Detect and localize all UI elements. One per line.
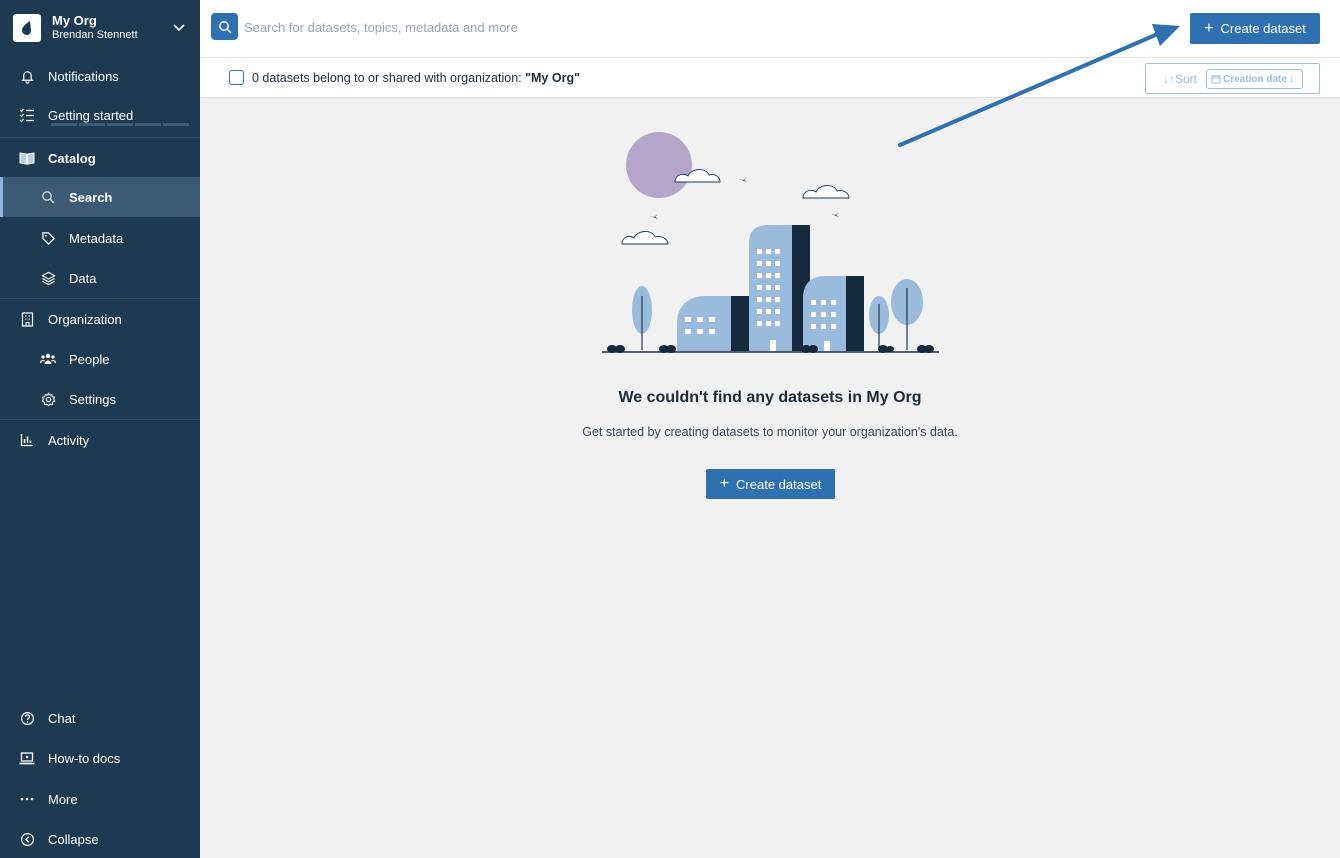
org-logo-icon	[13, 14, 41, 42]
nav-settings-label: Settings	[69, 391, 116, 407]
nav-notifications[interactable]: Notifications	[0, 57, 200, 95]
org-user-name: Brendan Stennett	[52, 29, 138, 41]
nav-data[interactable]: Data	[0, 258, 200, 298]
nav-activity-label: Activity	[48, 432, 90, 448]
nav-search-label: Search	[69, 189, 113, 205]
nav-data-label: Data	[69, 270, 97, 286]
nav-chat[interactable]: Chat	[0, 698, 200, 738]
empty-state-subtitle: Get started by creating datasets to moni…	[582, 425, 958, 439]
nav-catalog[interactable]: Catalog	[0, 139, 200, 177]
nav-howto-docs-label: How-to docs	[48, 750, 121, 766]
create-dataset-header-label: Create dataset	[1220, 21, 1306, 36]
bell-icon	[19, 68, 35, 84]
calendar-icon	[1211, 75, 1221, 84]
create-dataset-label: Create dataset	[736, 476, 822, 492]
tag-icon	[40, 230, 56, 246]
nav-organization-label: Organization	[48, 311, 122, 327]
arrow-down-icon: ↓	[1288, 73, 1295, 85]
help-circle-icon	[19, 710, 35, 726]
create-dataset-button[interactable]: + Create dataset	[706, 469, 835, 499]
search-icon	[40, 189, 56, 205]
chevron-down-icon[interactable]	[172, 20, 186, 39]
book-icon	[19, 150, 35, 166]
nav-settings[interactable]: Settings	[0, 379, 200, 419]
nav-activity[interactable]: Activity	[0, 420, 200, 460]
nav-search[interactable]: Search	[0, 177, 200, 217]
search-icon	[218, 20, 232, 34]
nav-organization[interactable]: Organization	[0, 299, 200, 339]
ellipsis-icon	[19, 791, 35, 807]
nav-howto-docs[interactable]: How-to docs	[0, 738, 200, 778]
org-name: My Org	[52, 13, 97, 28]
org-switcher[interactable]: My Org Brendan Stennett	[0, 0, 200, 56]
empty-city-illustration	[602, 132, 939, 353]
laptop-icon	[19, 750, 35, 766]
nav-more[interactable]: More	[0, 779, 200, 819]
nav-people[interactable]: People	[0, 339, 200, 379]
create-dataset-header-button[interactable]: + Create dataset	[1190, 13, 1320, 44]
select-all-checkbox[interactable]	[229, 70, 244, 85]
nav-more-label: More	[48, 791, 78, 807]
chevron-left-circle-icon	[19, 831, 35, 847]
sidebar: My Org Brendan Stennett Notifications Ge…	[0, 0, 200, 858]
nav-collapse-label: Collapse	[48, 831, 99, 847]
nav-metadata-label: Metadata	[69, 230, 124, 246]
search-button[interactable]	[211, 13, 238, 40]
nav-metadata[interactable]: Metadata	[0, 218, 200, 258]
empty-state-title: We couldn't find any datasets in My Org	[618, 389, 922, 406]
building-icon	[19, 311, 35, 327]
bar-chart-icon	[19, 432, 35, 448]
sort-field-select[interactable]: Creation date ↓	[1206, 69, 1303, 89]
dataset-count-org: "My Org"	[525, 71, 581, 85]
sort-field-label: Creation date	[1223, 73, 1287, 85]
nav-people-label: People	[69, 351, 110, 367]
nav-chat-label: Chat	[48, 710, 76, 726]
layers-icon	[40, 270, 56, 286]
people-icon	[40, 351, 56, 367]
nav-catalog-label: Catalog	[48, 150, 96, 166]
dataset-count-text: 0 datasets belong to or shared with orga…	[252, 71, 580, 85]
gear-icon	[40, 391, 56, 407]
checklist-icon	[19, 107, 35, 123]
nav-collapse[interactable]: Collapse	[0, 819, 200, 858]
plus-icon: +	[1204, 19, 1214, 37]
dataset-count-prefix: 0 datasets belong to or shared with orga…	[252, 71, 526, 85]
plus-icon: +	[719, 475, 730, 492]
nav-getting-started-label: Getting started	[48, 107, 134, 123]
nav-notifications-label: Notifications	[48, 68, 119, 84]
nav-getting-started[interactable]: Getting started	[0, 96, 200, 134]
